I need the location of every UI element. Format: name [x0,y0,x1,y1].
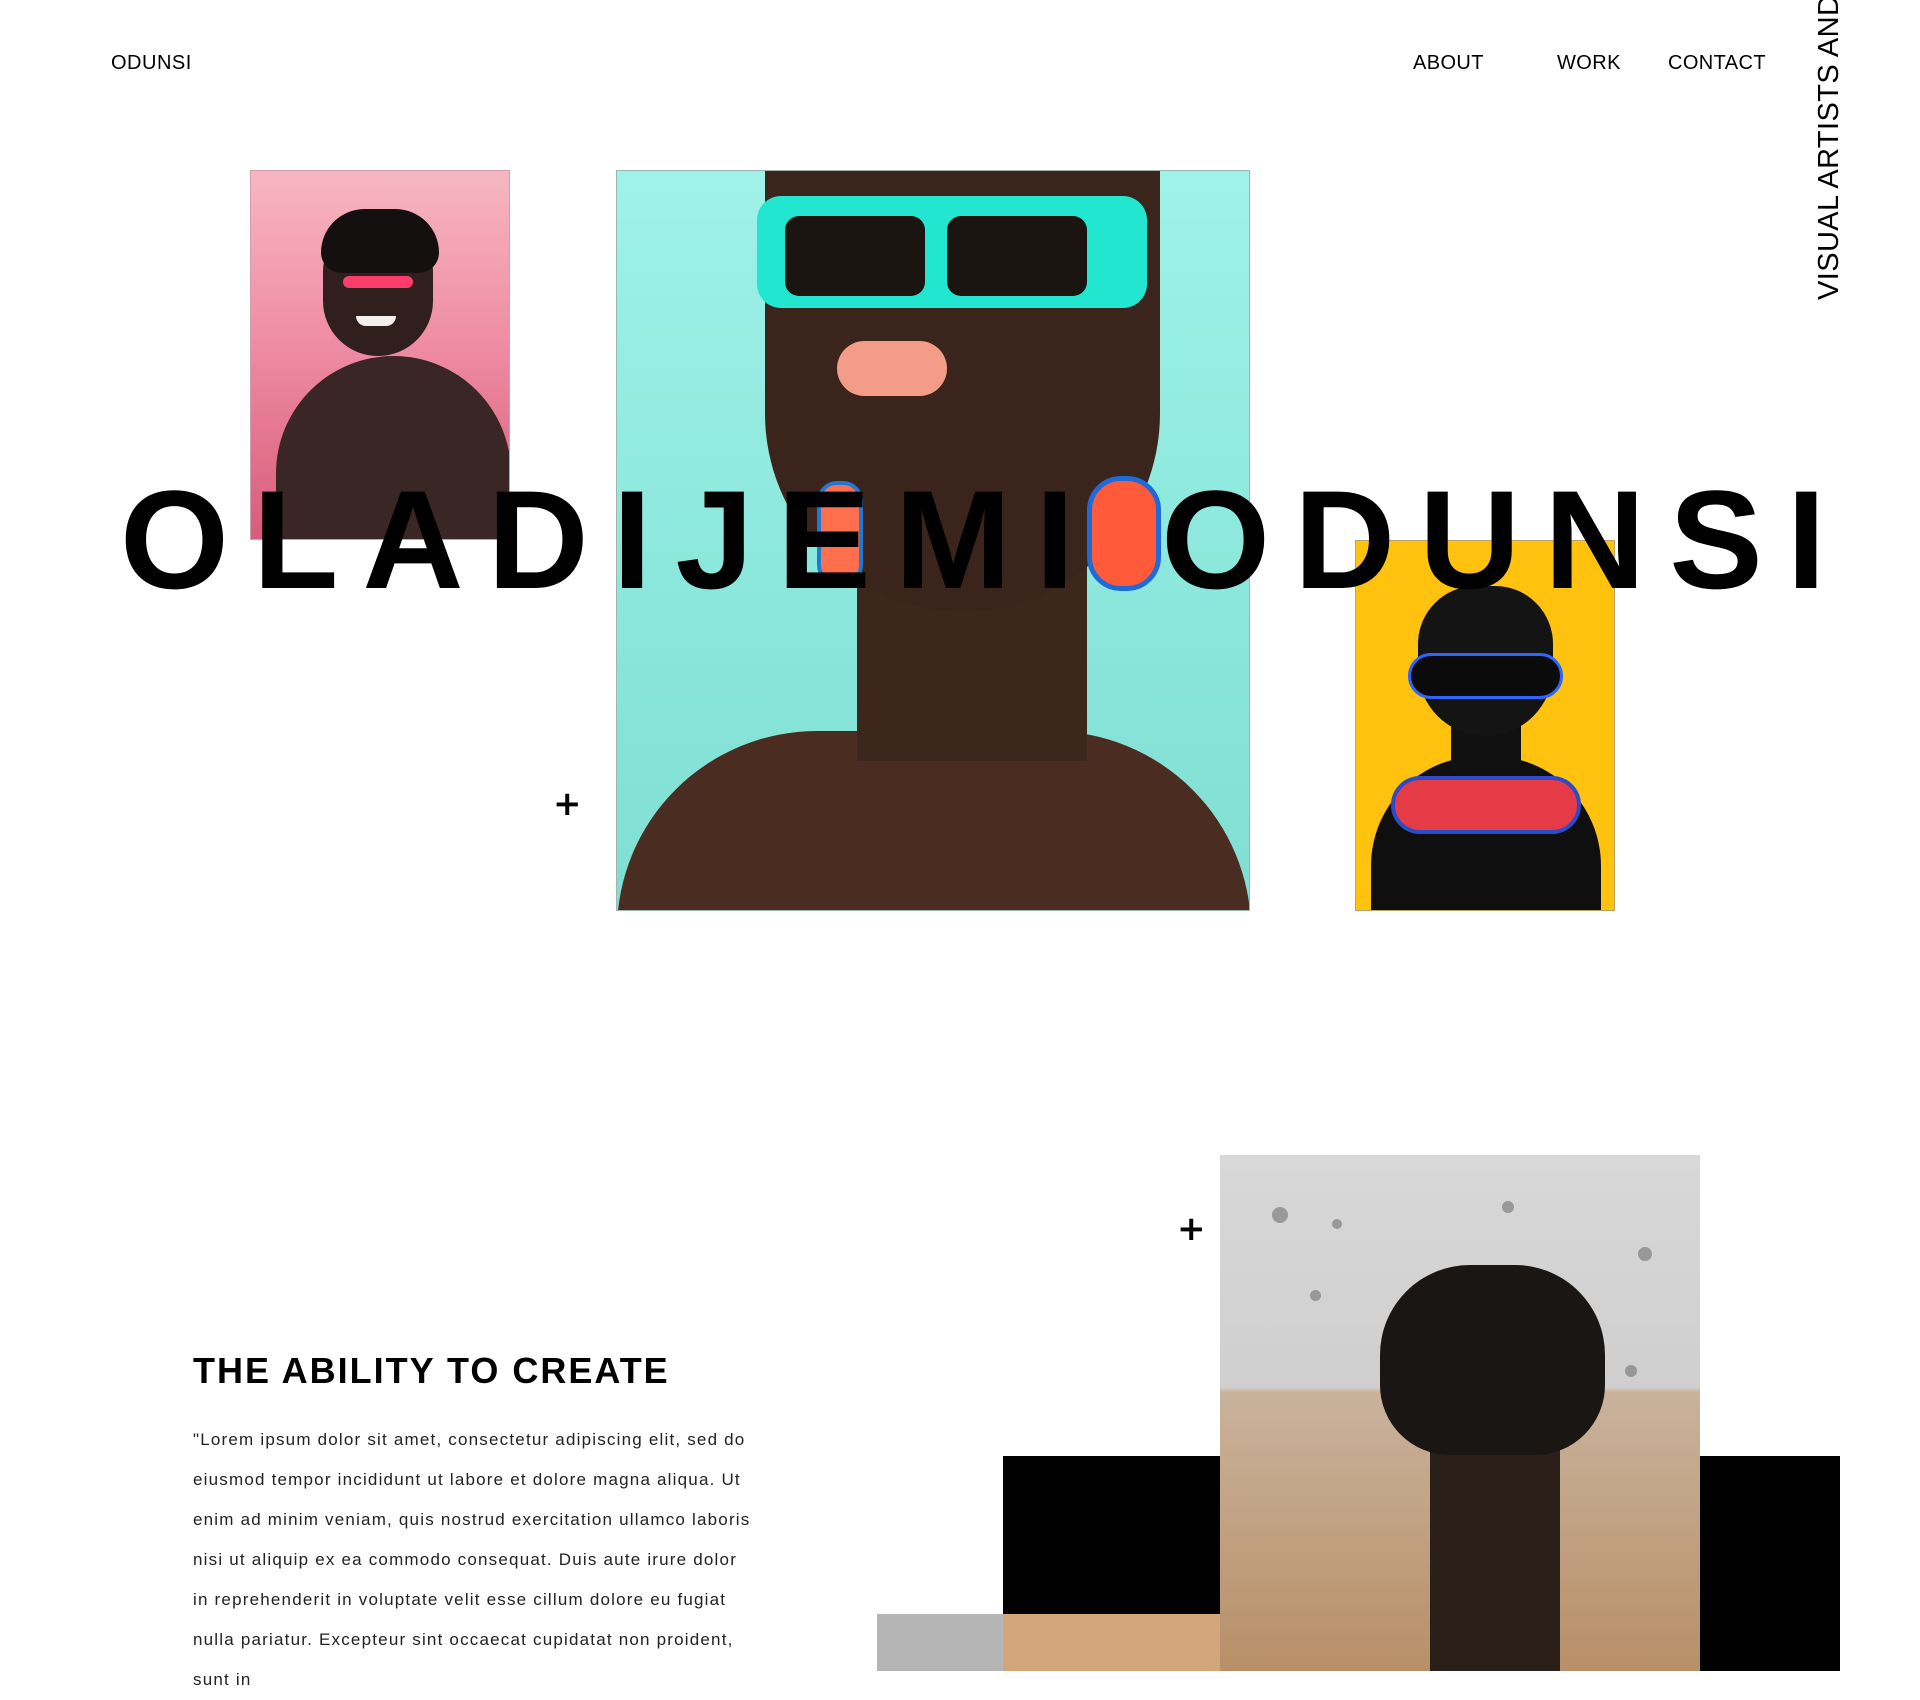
arm [1430,1420,1560,1671]
fist-icon [1380,1265,1605,1455]
lens-right [947,216,1087,296]
collage-block [877,1614,1003,1671]
fist-photo [1220,1155,1700,1671]
portrait-smile [356,316,396,326]
sunglasses-icon [1408,653,1563,699]
nav-work[interactable]: WORK [1557,52,1621,75]
plus-icon: + [553,784,582,824]
lips [837,341,947,396]
lens-left [785,216,925,296]
vertical-tagline: VISUAL ARTISTS AND PHOTOGRAPHER [1813,0,1845,300]
portrait-hair [321,209,439,273]
section-title: THE ABILITY TO CREATE [193,1350,670,1391]
section-body: "Lorem ipsum dolor sit amet, consectetur… [193,1430,751,1689]
brand-logo[interactable]: ODUNSI [111,52,192,75]
portrait-eye-makeup [343,276,413,288]
collage-block [1700,1456,1840,1671]
nav-contact[interactable]: CONTACT [1668,52,1766,75]
necklace [1391,776,1581,834]
hero-name: OLADIJEMI ODUNSI [120,461,1850,618]
nav-about[interactable]: ABOUT [1413,52,1484,75]
plus-icon: + [1177,1209,1206,1249]
